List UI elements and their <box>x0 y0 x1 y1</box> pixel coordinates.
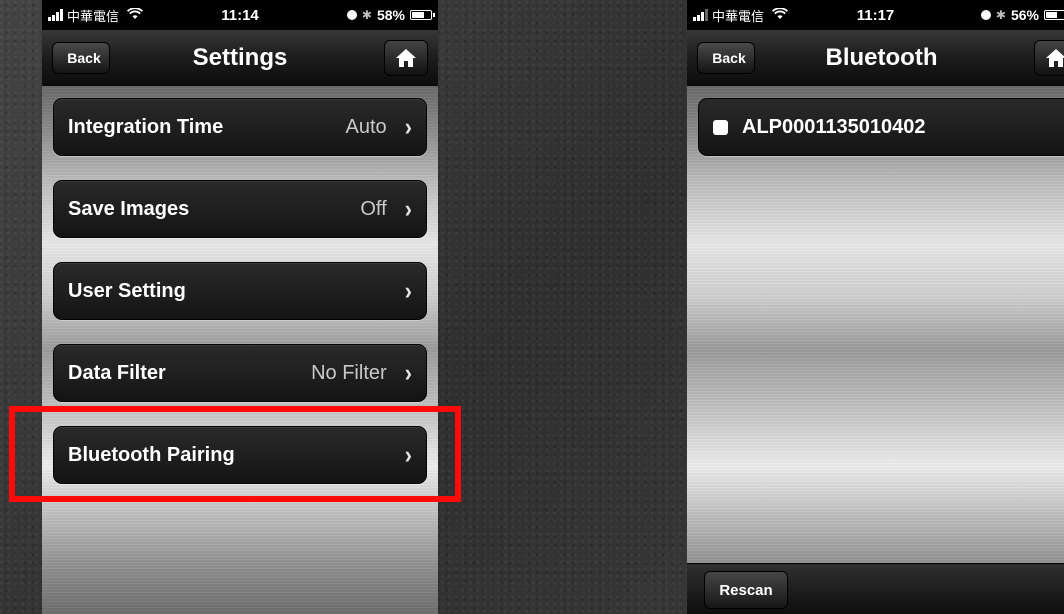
battery-icon <box>1044 10 1064 20</box>
settings-list: Integration Time Auto › Save Images Off … <box>42 86 438 614</box>
row-value: No Filter <box>311 361 387 384</box>
save-images-row[interactable]: Save Images Off › <box>53 180 427 238</box>
row-value: Off <box>360 197 387 220</box>
row-value: Auto <box>345 115 387 138</box>
bluetooth-icon: ✱ <box>995 8 1006 22</box>
settings-screen: 中華電信 11:14 ✱ 58% Settings Back Integrati… <box>42 0 438 614</box>
back-button[interactable]: Back <box>52 42 110 74</box>
navigation-bar: Bluetooth Back <box>687 30 1064 87</box>
chevron-right-icon: › <box>404 276 412 305</box>
row-label: Save Images <box>68 197 190 220</box>
back-button[interactable]: Back <box>697 42 755 74</box>
home-button[interactable] <box>1034 40 1064 76</box>
back-button-label: Back <box>712 50 746 66</box>
user-setting-row[interactable]: User Setting › <box>53 262 427 320</box>
status-bar: 中華電信 11:17 ✱ 56% <box>687 0 1064 30</box>
chevron-right-icon: › <box>404 112 412 141</box>
chevron-right-icon: › <box>404 194 412 223</box>
bottom-toolbar: Rescan <box>687 563 1064 614</box>
rescan-button[interactable]: Rescan <box>704 571 788 609</box>
battery-percent: 58% <box>376 7 405 23</box>
data-filter-row[interactable]: Data Filter No Filter › <box>53 344 427 402</box>
battery-icon <box>410 10 435 20</box>
device-checkbox[interactable] <box>713 119 728 135</box>
row-label: Integration Time <box>68 115 224 138</box>
navigation-bar: Settings Back <box>42 30 438 87</box>
bluetooth-screen: 中華電信 11:17 ✱ 56% Bluetooth Back ALP00011… <box>687 0 1064 614</box>
home-button[interactable] <box>384 40 428 76</box>
battery-percent: 56% <box>1010 7 1039 23</box>
bluetooth-icon: ✱ <box>361 8 372 22</box>
battery-fill <box>412 12 424 18</box>
device-row[interactable]: ALP0001135010402 <box>698 98 1064 156</box>
status-bar: 中華電信 11:14 ✱ 58% <box>42 0 438 30</box>
highlight-box <box>9 406 461 502</box>
row-label: Data Filter <box>68 361 166 384</box>
battery-fill <box>1046 12 1058 18</box>
home-icon <box>1046 49 1064 67</box>
integration-time-row[interactable]: Integration Time Auto › <box>53 98 427 156</box>
orientation-lock-icon <box>980 10 991 20</box>
back-button-label: Back <box>67 50 101 66</box>
home-icon <box>396 49 416 67</box>
row-label: User Setting <box>68 279 186 302</box>
chevron-right-icon: › <box>404 358 412 387</box>
device-list <box>687 86 1064 614</box>
device-name: ALP0001135010402 <box>742 115 926 138</box>
orientation-lock-icon <box>346 10 357 20</box>
